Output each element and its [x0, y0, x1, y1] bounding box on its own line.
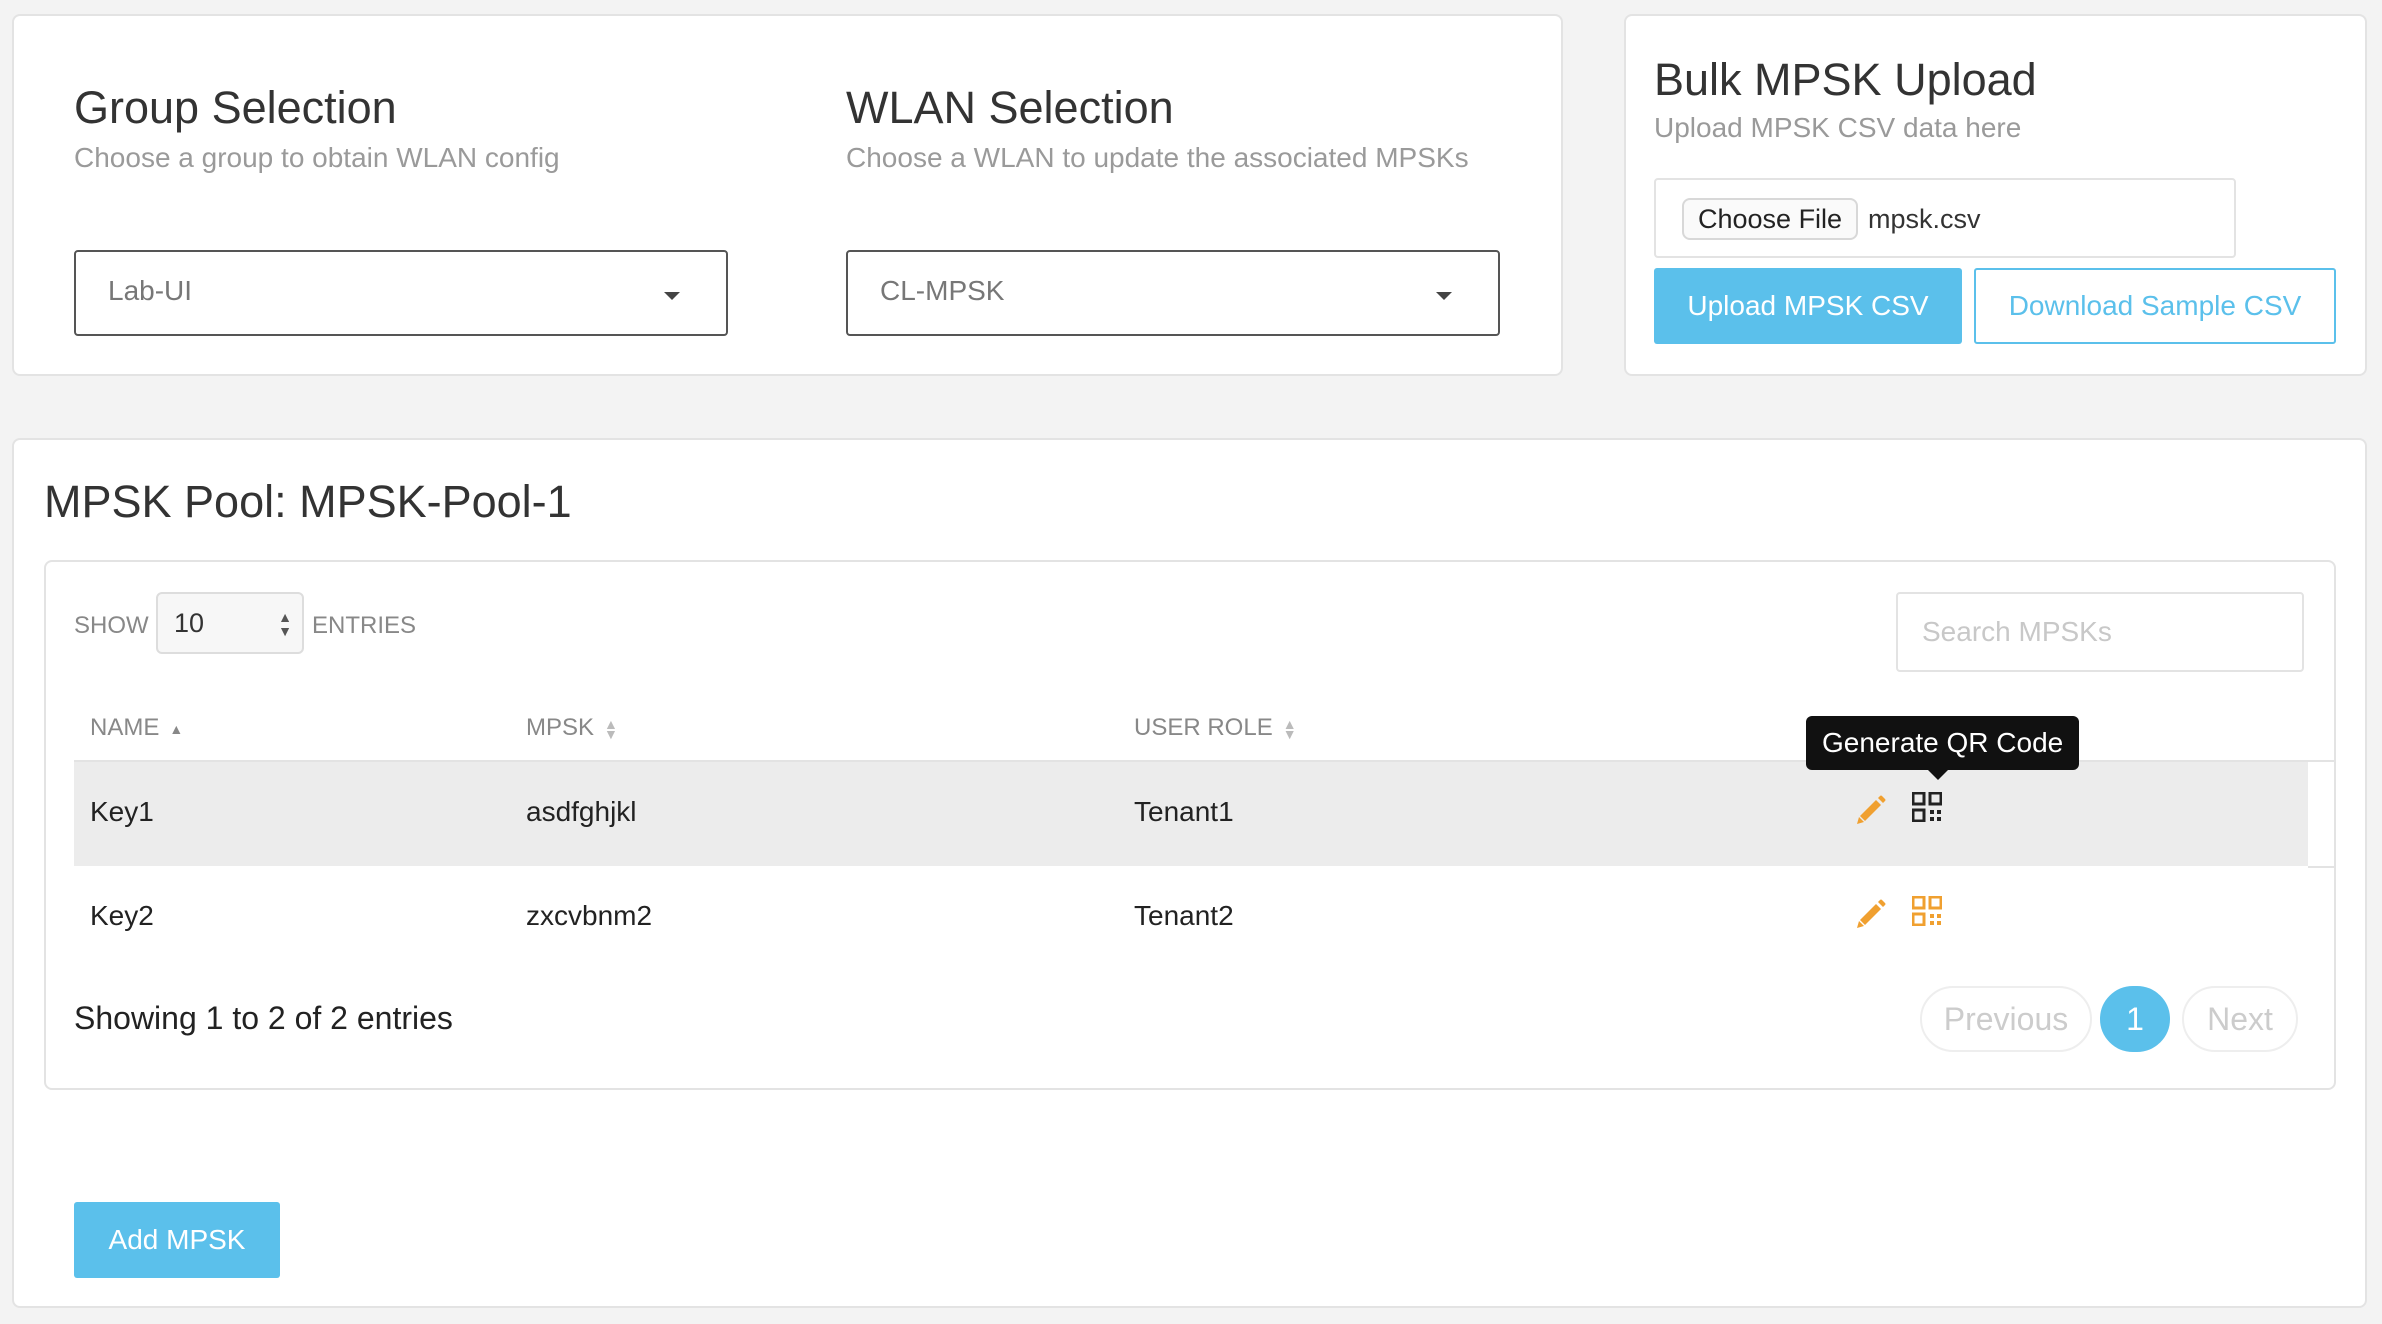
wlan-selection-title: WLAN Selection [846, 82, 1174, 133]
cell-mpsk: asdfghjkl [526, 796, 637, 827]
bulk-upload-title: Bulk MPSK Upload [1654, 54, 2037, 105]
column-header-label: USER ROLE [1134, 714, 1273, 741]
qr-code-icon[interactable] [1912, 896, 1942, 926]
column-header-mpsk[interactable]: MPSK ▲ ▼ [526, 714, 618, 742]
entries-label: ENTRIES [312, 612, 417, 639]
cell-user-role: Tenant1 [1134, 796, 1234, 827]
next-page-button[interactable]: Next [2182, 986, 2298, 1052]
download-sample-csv-button[interactable]: Download Sample CSV [1974, 268, 2336, 344]
column-header-label: NAME [90, 714, 160, 741]
show-label: SHOW [74, 612, 149, 639]
column-header-label: MPSK [526, 714, 595, 741]
file-name: mpsk.csv [1868, 204, 1981, 234]
search-input[interactable] [1896, 592, 2304, 672]
column-header-name[interactable]: NAME ▲ [90, 714, 183, 742]
pool-title: MPSK Pool: MPSK-Pool-1 [44, 476, 572, 527]
table-info: Showing 1 to 2 of 2 entries [74, 1000, 453, 1036]
caret-down-icon [1436, 292, 1452, 300]
wlan-selection-subtitle: Choose a WLAN to update the associated M… [846, 142, 1469, 173]
sort-both-icon: ▲ ▼ [1282, 715, 1297, 742]
qr-code-tooltip: Generate QR Code [1806, 716, 2080, 780]
page-1-button[interactable]: 1 [2100, 986, 2170, 1052]
group-selection-subtitle: Choose a group to obtain WLAN config [74, 142, 560, 173]
sort-asc-icon: ▲ [169, 720, 184, 737]
column-header-user-role[interactable]: USER ROLE ▲ ▼ [1134, 714, 1297, 742]
choose-file-button[interactable]: Choose File [1682, 198, 1859, 240]
upload-mpsk-csv-button[interactable]: Upload MPSK CSV [1654, 268, 1962, 344]
selection-card: Group Selection Choose a group to obtain… [12, 14, 1563, 376]
group-select[interactable]: Lab-UI [74, 250, 728, 336]
mpsk-pool-card: MPSK Pool: MPSK-Pool-1 SHOW 10 ▲ ▼ ENTRIE… [12, 438, 2367, 1308]
bulk-upload-card: Bulk MPSK Upload Upload MPSK CSV data he… [1624, 14, 2367, 376]
pencil-icon[interactable] [1854, 792, 1888, 826]
wlan-select[interactable]: CL-MPSK [846, 250, 1500, 336]
group-selection-title: Group Selection [74, 82, 397, 133]
cell-name: Key2 [90, 900, 154, 931]
spinner-icon: ▲ ▼ [278, 609, 292, 639]
bulk-upload-subtitle: Upload MPSK CSV data here [1654, 112, 2022, 143]
add-mpsk-button[interactable]: Add MPSK [74, 1202, 280, 1278]
previous-page-button[interactable]: Previous [1920, 986, 2092, 1052]
page-length-value: 10 [174, 608, 205, 638]
group-select-value: Lab-UI [108, 275, 193, 306]
table-row[interactable]: Key1 asdfghjkl Tenant1 [74, 762, 2308, 866]
pencil-icon[interactable] [1854, 896, 1888, 930]
caret-down-icon [664, 292, 680, 300]
file-input[interactable]: Choose File mpsk.csv [1654, 178, 2236, 258]
sort-both-icon: ▲ ▼ [604, 715, 618, 742]
cell-user-role: Tenant2 [1134, 900, 1234, 931]
wlan-select-value: CL-MPSK [880, 275, 1005, 306]
mpsk-table-panel: SHOW 10 ▲▼ ENTRIES NAME ▲ MPSK ▲▼ USER ROL… [44, 560, 2336, 1090]
cell-name: Key1 [90, 796, 154, 827]
cell-mpsk: zxcvbnm2 [526, 900, 653, 931]
qr-code-icon[interactable] [1912, 792, 1942, 822]
page-length-select[interactable]: 10 ▲ ▼ [156, 592, 304, 654]
table-row[interactable]: Key2 zxcvbnm2 Tenant2 [74, 866, 2308, 970]
